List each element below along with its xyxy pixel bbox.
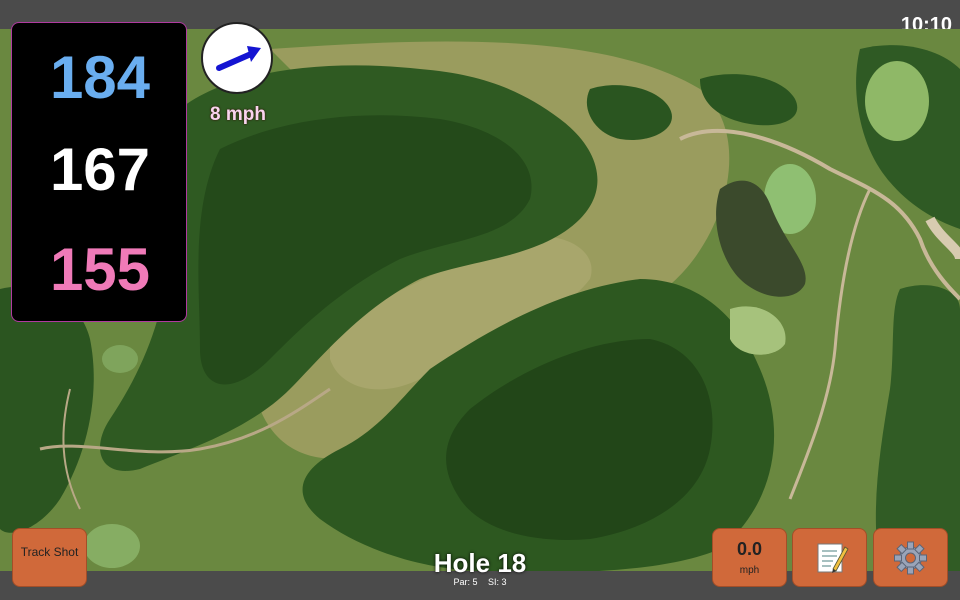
settings-button[interactable] xyxy=(873,528,948,587)
hole-par: Par: 5 xyxy=(453,577,478,587)
hole-title: Hole 18 xyxy=(433,548,527,578)
wind-speed-button[interactable]: 0.0 mph xyxy=(712,528,787,587)
wind-direction-indicator xyxy=(201,22,273,94)
middle-distance: 167 xyxy=(49,136,151,203)
wind-value: 0.0 xyxy=(736,539,763,559)
track-shot-label: Track Shot xyxy=(20,545,79,559)
notes-button[interactable] xyxy=(792,528,867,587)
arrow-northeast-icon xyxy=(216,46,261,71)
distance-panel: 184 167 155 xyxy=(11,22,187,322)
front-distance: 155 xyxy=(49,236,151,303)
hole-info: Par: 5 SI: 3 xyxy=(380,577,580,587)
wind-speed-label: 8 mph xyxy=(210,104,266,125)
back-distance: 184 xyxy=(49,44,151,111)
hole-si: SI: 3 xyxy=(488,577,507,587)
memo-icon xyxy=(817,543,849,573)
wind-unit: mph xyxy=(739,565,760,576)
gear-icon xyxy=(894,541,927,575)
track-shot-button[interactable]: Track Shot xyxy=(12,528,87,587)
